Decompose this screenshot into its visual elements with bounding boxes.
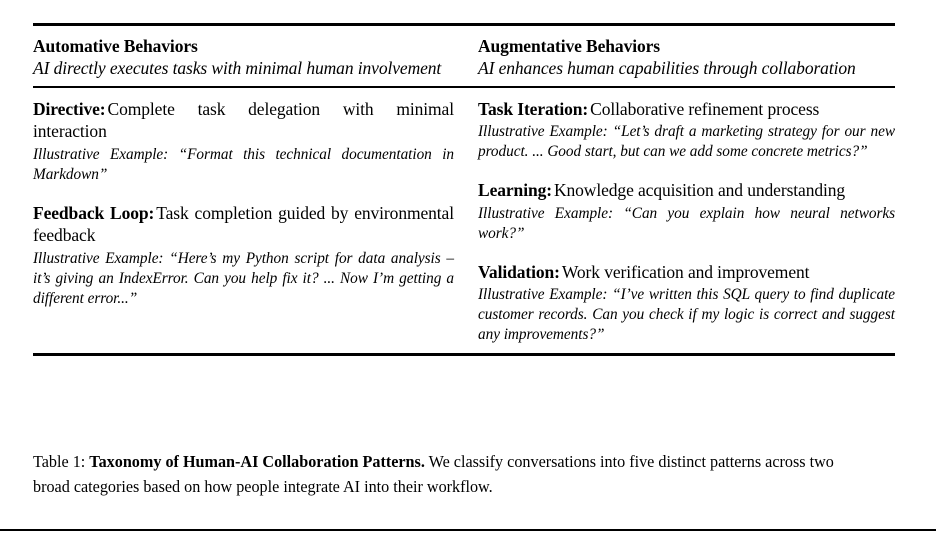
entry-learning-description: Learning: Knowledge acquisition and under… bbox=[478, 179, 895, 202]
entry-directive-example-label: Illustrative Example: bbox=[33, 145, 169, 163]
body-cell-augmentative: Task Iteration: Collaborative refinement … bbox=[478, 88, 895, 354]
taxonomy-table: Automative Behaviors AI directly execute… bbox=[33, 23, 895, 356]
entry-learning-name: Learning: bbox=[478, 180, 552, 200]
entry-task-iteration-example-label: Illustrative Example: bbox=[478, 123, 608, 140]
category-title-automative: Automative Behaviors bbox=[33, 36, 198, 56]
entry-learning-example-label: Illustrative Example: bbox=[478, 204, 614, 222]
entry-task-iteration-example: Illustrative Example: “Let’s draft a mar… bbox=[478, 122, 895, 162]
entry-feedback-loop: Feedback Loop: Task completion guided by … bbox=[33, 202, 454, 309]
entry-validation-name: Validation: bbox=[478, 261, 560, 282]
caption-title: Taxonomy of Human-AI Collaboration Patte… bbox=[89, 452, 425, 471]
entry-feedback-loop-example-label: Illustrative Example: bbox=[33, 249, 164, 267]
entry-directive: Directive: Complete task delegation with … bbox=[33, 98, 454, 185]
table-caption: Table 1: Taxonomy of Human-AI Collaborat… bbox=[33, 449, 849, 499]
table-body-grid: Directive: Complete task delegation with … bbox=[33, 88, 895, 354]
entry-validation-example-label: Illustrative Example: bbox=[478, 286, 608, 303]
entry-directive-description: Directive: Complete task delegation with … bbox=[33, 98, 454, 143]
entry-validation-example: Illustrative Example: “I’ve written this… bbox=[478, 285, 895, 345]
entry-validation-text: Work verification and improvement bbox=[561, 261, 810, 282]
header-cell-augmentative: Augmentative Behaviors AI enhances human… bbox=[478, 26, 895, 86]
table-body-row: Directive: Complete task delegation with … bbox=[33, 88, 895, 354]
entry-validation: Validation: Work verification and improve… bbox=[478, 261, 895, 346]
table-bottom-rule bbox=[33, 353, 895, 356]
entry-learning-text: Knowledge acquisition and understanding bbox=[553, 180, 846, 200]
page-bottom-rule bbox=[0, 529, 936, 531]
entry-feedback-loop-example: Illustrative Example: “Here’s my Python … bbox=[33, 249, 454, 309]
entry-task-iteration: Task Iteration: Collaborative refinement … bbox=[478, 98, 895, 163]
body-cell-automative: Directive: Complete task delegation with … bbox=[33, 88, 478, 354]
entry-feedback-loop-name: Feedback Loop: bbox=[33, 202, 155, 223]
table-header-row: Automative Behaviors AI directly execute… bbox=[33, 26, 895, 86]
entry-feedback-loop-description: Feedback Loop: Task completion guided by … bbox=[33, 202, 454, 247]
category-title-augmentative: Augmentative Behaviors bbox=[478, 36, 661, 56]
caption-label: Table 1: bbox=[33, 452, 86, 471]
entry-directive-example: Illustrative Example: “Format this techn… bbox=[33, 145, 454, 185]
header-cell-automative: Automative Behaviors AI directly execute… bbox=[33, 26, 478, 86]
entry-directive-name: Directive: bbox=[33, 98, 106, 119]
table-grid: Automative Behaviors AI directly execute… bbox=[33, 26, 895, 86]
category-description-automative: AI directly executes tasks with minimal … bbox=[33, 58, 442, 78]
entry-task-iteration-text: Collaborative refinement process bbox=[590, 98, 820, 119]
entry-validation-description: Validation: Work verification and improve… bbox=[478, 261, 895, 284]
entry-learning: Learning: Knowledge acquisition and under… bbox=[478, 179, 895, 244]
category-description-augmentative: AI enhances human capabilities through c… bbox=[478, 58, 856, 78]
entry-task-iteration-description: Task Iteration: Collaborative refinement … bbox=[478, 98, 895, 121]
entry-task-iteration-name: Task Iteration: bbox=[478, 98, 589, 119]
entry-learning-example: Illustrative Example: “Can you explain h… bbox=[478, 204, 895, 244]
